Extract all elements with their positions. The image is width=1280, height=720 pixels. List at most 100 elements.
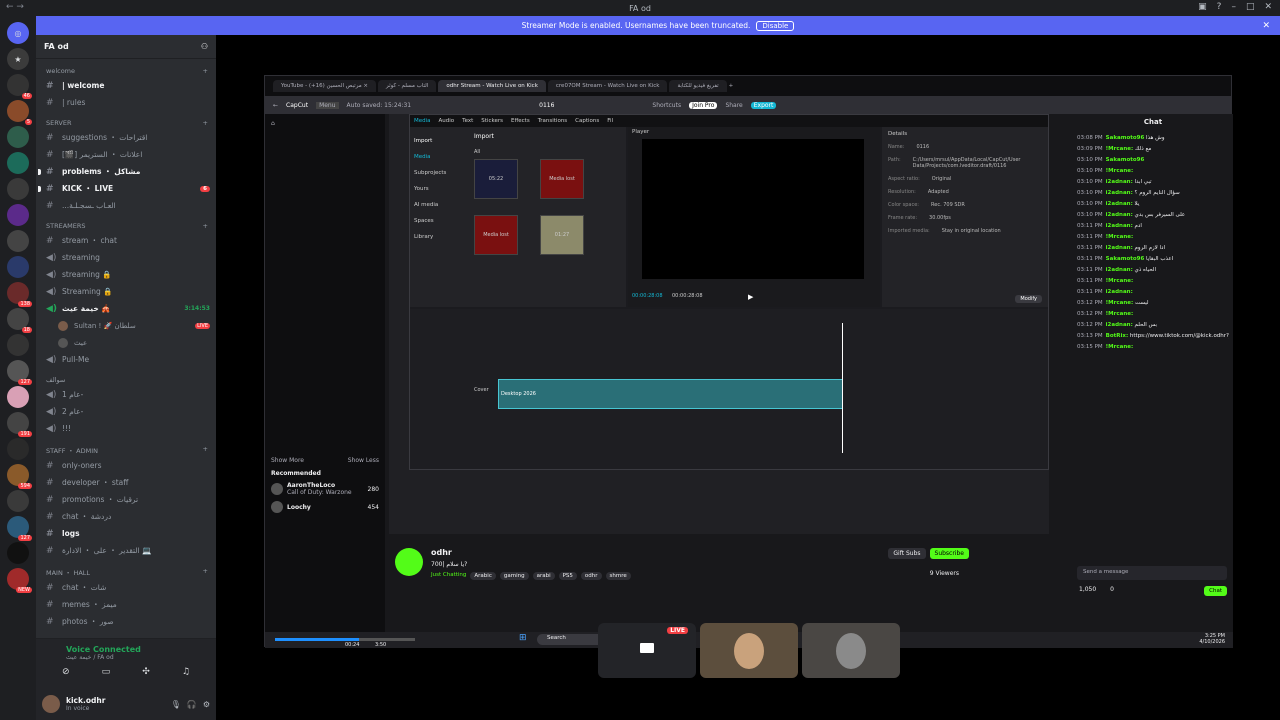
channel-item[interactable]: # promotions ・ ترقيات	[36, 491, 216, 508]
chat-username[interactable]: i2adnan:	[1106, 212, 1133, 218]
server-icon[interactable]	[7, 386, 29, 408]
channel-item[interactable]: # problems ・ مشاكل	[36, 163, 216, 180]
server-icon[interactable]: ★	[7, 48, 29, 70]
media-thumbnail[interactable]: Media lost	[474, 215, 518, 255]
channel-item[interactable]: # only-oners	[36, 457, 216, 474]
tool-tab[interactable]: Text	[462, 118, 473, 124]
chat-input[interactable]: Send a message	[1077, 566, 1227, 580]
media-nav-item[interactable]: Yours	[414, 181, 446, 197]
media-nav-item[interactable]: Import	[414, 133, 446, 149]
stream-tag[interactable]: Arabic	[470, 572, 496, 580]
chat-username[interactable]: !Mrcane:	[1106, 146, 1134, 152]
chat-username[interactable]: !Mrcane:	[1106, 168, 1134, 174]
server-icon[interactable]	[7, 334, 29, 356]
stream-tag[interactable]: gaming	[499, 572, 529, 580]
channel-item[interactable]: # ...العـاب ـسجـلـة	[36, 197, 216, 214]
import-button[interactable]: Import	[474, 133, 494, 140]
kick-home-icon[interactable]: ⌂	[271, 120, 379, 127]
media-nav-item[interactable]: Subprojects	[414, 165, 446, 181]
category-header[interactable]: SERVER +	[36, 111, 216, 129]
channel-item[interactable]: # [🎬] اعلانات ・ الستريمر	[36, 146, 216, 163]
media-nav-item[interactable]: Media	[414, 149, 446, 165]
add-channel-icon[interactable]: +	[203, 67, 208, 75]
channel-item[interactable]: # chat ・ شات	[36, 579, 216, 596]
headphones-icon[interactable]: 🎧	[187, 700, 197, 709]
minimize-button[interactable]: –	[1231, 2, 1236, 12]
chat-send-button[interactable]: Chat	[1204, 586, 1227, 596]
chat-username[interactable]: i2adnan:	[1106, 190, 1133, 196]
chat-username[interactable]: i2adnan:	[1106, 289, 1133, 295]
server-icon[interactable]: 191	[7, 412, 32, 437]
stream-tag[interactable]: PS5	[558, 572, 577, 580]
category-header[interactable]: STREAMERS +	[36, 214, 216, 232]
browser-tab[interactable]: cre07OM Stream - Watch Live on Kick	[547, 80, 668, 92]
server-icon[interactable]: 594	[7, 464, 32, 489]
back-icon[interactable]: ←	[273, 102, 278, 109]
tool-tab[interactable]: Media	[414, 118, 431, 124]
avatar[interactable]	[42, 695, 60, 713]
server-icon[interactable]	[7, 178, 29, 200]
chat-username[interactable]: !Mrcane:	[1106, 311, 1134, 317]
playhead[interactable]	[842, 323, 843, 453]
streamer-avatar[interactable]	[395, 548, 423, 576]
voice-channel-item[interactable]: ◀)!!!	[36, 420, 216, 437]
server-icon[interactable]	[7, 230, 29, 252]
category-header[interactable]: welcome +	[36, 59, 216, 77]
chat-username[interactable]: !Mrcane:	[1106, 300, 1134, 306]
channel-item[interactable]: # stream ・ chat	[36, 232, 216, 249]
chat-username[interactable]: i2adnan:	[1106, 245, 1133, 251]
voice-channel-item[interactable]: ◀) عام 1-	[36, 386, 216, 403]
server-icon[interactable]: 127	[7, 360, 32, 385]
server-icon[interactable]	[7, 256, 29, 278]
share-button[interactable]: Share	[725, 102, 742, 109]
screen-share-icon[interactable]: ▭	[102, 667, 111, 677]
participant-tile[interactable]	[802, 623, 900, 678]
server-icon[interactable]	[7, 490, 29, 512]
category-header[interactable]: MAIN ・ HALL +	[36, 559, 216, 579]
menu-button[interactable]: Menu	[316, 101, 339, 109]
server-icon[interactable]: 46	[7, 74, 32, 99]
show-less-link[interactable]: Show Less	[348, 457, 379, 464]
server-icon[interactable]	[7, 542, 29, 564]
chat-username[interactable]: Sakamoto96	[1106, 135, 1145, 141]
tool-tab[interactable]: Effects	[511, 118, 530, 124]
voice-member[interactable]: عيث	[36, 334, 216, 351]
channel-item[interactable]: # | welcome	[36, 77, 216, 94]
stream-category[interactable]: Just Chatting	[431, 572, 466, 580]
chat-username[interactable]: i2adnan:	[1106, 201, 1133, 207]
video-clip[interactable]: Desktop 2026	[498, 379, 843, 409]
subscribe-button[interactable]: Subscribe	[929, 548, 969, 559]
tool-tab[interactable]: Audio	[439, 118, 455, 124]
tool-tab[interactable]: Stickers	[481, 118, 503, 124]
play-icon[interactable]: ▶	[748, 293, 753, 301]
inbox-icon[interactable]: ▣	[1198, 2, 1207, 12]
filter-all[interactable]: All	[474, 149, 480, 155]
media-progress-bar[interactable]	[275, 638, 415, 641]
camera-off-icon[interactable]: ⊘	[62, 667, 70, 677]
chat-username[interactable]: Sakamoto96	[1106, 157, 1145, 163]
channel-item[interactable]: # suggestions ・ اقتراحات	[36, 129, 216, 146]
voice-member[interactable]: Sultan ! 🚀 ﺳﻠﻄﺎﻥ LIVE	[36, 317, 216, 334]
streamer-name[interactable]: odhr	[431, 548, 452, 557]
recommended-channel[interactable]: Loochy 454	[271, 501, 379, 513]
server-icon[interactable]: 18	[7, 308, 32, 333]
server-header[interactable]: FA od ⚇	[36, 35, 216, 59]
browser-tab-active[interactable]: odhr Stream - Watch Live on Kick	[438, 80, 546, 92]
voice-channel-item[interactable]: ◀) streaming	[36, 249, 216, 266]
player-screen[interactable]	[642, 139, 864, 279]
server-icon[interactable]	[7, 126, 29, 148]
soundboard-icon[interactable]: ♫	[182, 667, 190, 677]
voice-channel-item[interactable]: ◀) streaming 🔒	[36, 266, 216, 283]
channel-item[interactable]: # memes ・ ميمز	[36, 596, 216, 613]
media-thumbnail[interactable]: 05:22	[474, 159, 518, 199]
disable-streamer-mode-button[interactable]: Disable	[756, 20, 795, 31]
channel-item[interactable]: # developer ・ staff	[36, 474, 216, 491]
voice-channel-item[interactable]: ◀) عام 2-	[36, 403, 216, 420]
help-icon[interactable]: ?	[1217, 2, 1222, 12]
chat-username[interactable]: i2adnan:	[1106, 223, 1133, 229]
participant-tile[interactable]	[700, 623, 798, 678]
browser-tab[interactable]: التاب مسلم - كوثر	[378, 80, 437, 92]
nav-arrows[interactable]: ← →	[6, 2, 24, 12]
add-channel-icon[interactable]: +	[203, 119, 208, 127]
close-banner-icon[interactable]: ✕	[1262, 21, 1270, 31]
